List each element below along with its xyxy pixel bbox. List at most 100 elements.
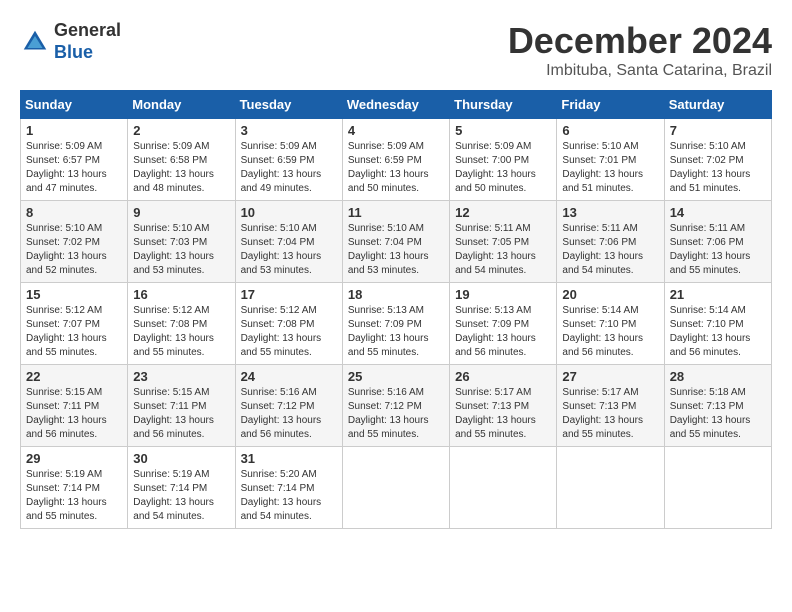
cell-content: Sunrise: 5:11 AMSunset: 7:06 PMDaylight:… [670,222,766,278]
day-number: 31 [241,451,337,466]
month-title: December 2024 [508,20,772,62]
calendar-cell: 26 Sunrise: 5:17 AMSunset: 7:13 PMDayligh… [450,365,557,447]
logo-icon [20,27,50,57]
calendar-cell: 16 Sunrise: 5:12 AMSunset: 7:08 PMDayligh… [128,283,235,365]
day-number: 3 [241,123,337,138]
weekday-header: Tuesday [235,91,342,119]
cell-content: Sunrise: 5:12 AMSunset: 7:08 PMDaylight:… [241,304,337,360]
cell-content: Sunrise: 5:13 AMSunset: 7:09 PMDaylight:… [348,304,444,360]
calendar-cell: 3 Sunrise: 5:09 AMSunset: 6:59 PMDaylight… [235,119,342,201]
calendar-cell: 19 Sunrise: 5:13 AMSunset: 7:09 PMDayligh… [450,283,557,365]
cell-content: Sunrise: 5:09 AMSunset: 6:59 PMDaylight:… [348,140,444,196]
cell-content: Sunrise: 5:11 AMSunset: 7:06 PMDaylight:… [562,222,658,278]
cell-content: Sunrise: 5:18 AMSunset: 7:13 PMDaylight:… [670,386,766,442]
weekday-header: Friday [557,91,664,119]
calendar-cell: 2 Sunrise: 5:09 AMSunset: 6:58 PMDaylight… [128,119,235,201]
calendar-week-row: 22 Sunrise: 5:15 AMSunset: 7:11 PMDayligh… [21,365,772,447]
calendar-cell: 22Sunrise: 5:15 AMSunset: 7:11 PMDayligh… [21,365,128,447]
calendar-cell: 11 Sunrise: 5:10 AMSunset: 7:04 PMDayligh… [342,201,449,283]
calendar-week-row: 29 Sunrise: 5:19 AMSunset: 7:14 PMDayligh… [21,447,772,529]
day-number: 27 [562,369,658,384]
day-number: 19 [455,287,551,302]
day-number: 21 [670,287,766,302]
day-number: 7 [670,123,766,138]
day-number: 2 [133,123,229,138]
day-number: 12 [455,205,551,220]
calendar-cell: 27 Sunrise: 5:17 AMSunset: 7:13 PMDayligh… [557,365,664,447]
day-number: 5 [455,123,551,138]
day-number: 15 [26,287,122,302]
calendar-cell: 7 Sunrise: 5:10 AMSunset: 7:02 PMDaylight… [664,119,771,201]
calendar-cell: 31 Sunrise: 5:20 AMSunset: 7:14 PMDayligh… [235,447,342,529]
logo-text: General Blue [54,20,121,63]
cell-content: Sunrise: 5:13 AMSunset: 7:09 PMDaylight:… [455,304,551,360]
calendar-cell: 10 Sunrise: 5:10 AMSunset: 7:04 PMDayligh… [235,201,342,283]
cell-content: Sunrise: 5:19 AMSunset: 7:14 PMDaylight:… [26,468,122,524]
cell-content: Sunrise: 5:16 AMSunset: 7:12 PMDaylight:… [348,386,444,442]
cell-content: Sunrise: 5:15 AMSunset: 7:11 PMDaylight:… [133,386,229,442]
day-number: 16 [133,287,229,302]
day-number: 6 [562,123,658,138]
day-number: 13 [562,205,658,220]
cell-content: Sunrise: 5:10 AMSunset: 7:02 PMDaylight:… [670,140,766,196]
calendar: SundayMondayTuesdayWednesdayThursdayFrid… [20,90,772,529]
page-header: General Blue December 2024 Imbituba, San… [20,20,772,80]
weekday-header: Saturday [664,91,771,119]
calendar-cell: 23 Sunrise: 5:15 AMSunset: 7:11 PMDayligh… [128,365,235,447]
calendar-cell: 14 Sunrise: 5:11 AMSunset: 7:06 PMDayligh… [664,201,771,283]
day-number: 8 [26,205,122,220]
calendar-cell: 30Sunrise: 5:19 AMSunset: 7:14 PMDayligh… [128,447,235,529]
cell-content: Sunrise: 5:10 AMSunset: 7:04 PMDaylight:… [348,222,444,278]
calendar-cell: 28 Sunrise: 5:18 AMSunset: 7:13 PMDayligh… [664,365,771,447]
calendar-cell: 8Sunrise: 5:10 AMSunset: 7:02 PMDaylight… [21,201,128,283]
calendar-week-row: 1 Sunrise: 5:09 AMSunset: 6:57 PMDaylight… [21,119,772,201]
day-number: 4 [348,123,444,138]
day-number: 14 [670,205,766,220]
cell-content: Sunrise: 5:10 AMSunset: 7:03 PMDaylight:… [133,222,229,278]
weekday-header: Monday [128,91,235,119]
calendar-week-row: 8Sunrise: 5:10 AMSunset: 7:02 PMDaylight… [21,201,772,283]
calendar-cell: 9Sunrise: 5:10 AMSunset: 7:03 PMDaylight… [128,201,235,283]
day-number: 29 [26,451,122,466]
cell-content: Sunrise: 5:09 AMSunset: 7:00 PMDaylight:… [455,140,551,196]
weekday-header: Thursday [450,91,557,119]
calendar-cell [664,447,771,529]
location: Imbituba, Santa Catarina, Brazil [508,62,772,80]
calendar-cell: 24 Sunrise: 5:16 AMSunset: 7:12 PMDayligh… [235,365,342,447]
calendar-header-row: SundayMondayTuesdayWednesdayThursdayFrid… [21,91,772,119]
day-number: 20 [562,287,658,302]
cell-content: Sunrise: 5:09 AMSunset: 6:57 PMDaylight:… [26,140,122,196]
day-number: 10 [241,205,337,220]
calendar-cell: 1 Sunrise: 5:09 AMSunset: 6:57 PMDaylight… [21,119,128,201]
calendar-cell: 29 Sunrise: 5:19 AMSunset: 7:14 PMDayligh… [21,447,128,529]
cell-content: Sunrise: 5:10 AMSunset: 7:01 PMDaylight:… [562,140,658,196]
calendar-cell: 6 Sunrise: 5:10 AMSunset: 7:01 PMDaylight… [557,119,664,201]
weekday-header: Sunday [21,91,128,119]
cell-content: Sunrise: 5:09 AMSunset: 6:58 PMDaylight:… [133,140,229,196]
day-number: 28 [670,369,766,384]
title-area: December 2024 Imbituba, Santa Catarina, … [508,20,772,80]
calendar-cell [342,447,449,529]
day-number: 1 [26,123,122,138]
cell-content: Sunrise: 5:14 AMSunset: 7:10 PMDaylight:… [562,304,658,360]
calendar-week-row: 15Sunrise: 5:12 AMSunset: 7:07 PMDayligh… [21,283,772,365]
day-number: 30 [133,451,229,466]
cell-content: Sunrise: 5:16 AMSunset: 7:12 PMDaylight:… [241,386,337,442]
calendar-cell: 17Sunrise: 5:12 AMSunset: 7:08 PMDayligh… [235,283,342,365]
cell-content: Sunrise: 5:12 AMSunset: 7:08 PMDaylight:… [133,304,229,360]
cell-content: Sunrise: 5:09 AMSunset: 6:59 PMDaylight:… [241,140,337,196]
cell-content: Sunrise: 5:20 AMSunset: 7:14 PMDaylight:… [241,468,337,524]
cell-content: Sunrise: 5:14 AMSunset: 7:10 PMDaylight:… [670,304,766,360]
day-number: 23 [133,369,229,384]
day-number: 24 [241,369,337,384]
calendar-cell: 13 Sunrise: 5:11 AMSunset: 7:06 PMDayligh… [557,201,664,283]
calendar-cell: 5 Sunrise: 5:09 AMSunset: 7:00 PMDaylight… [450,119,557,201]
day-number: 26 [455,369,551,384]
cell-content: Sunrise: 5:10 AMSunset: 7:04 PMDaylight:… [241,222,337,278]
cell-content: Sunrise: 5:17 AMSunset: 7:13 PMDaylight:… [455,386,551,442]
cell-content: Sunrise: 5:11 AMSunset: 7:05 PMDaylight:… [455,222,551,278]
cell-content: Sunrise: 5:17 AMSunset: 7:13 PMDaylight:… [562,386,658,442]
calendar-cell [557,447,664,529]
day-number: 11 [348,205,444,220]
day-number: 22 [26,369,122,384]
